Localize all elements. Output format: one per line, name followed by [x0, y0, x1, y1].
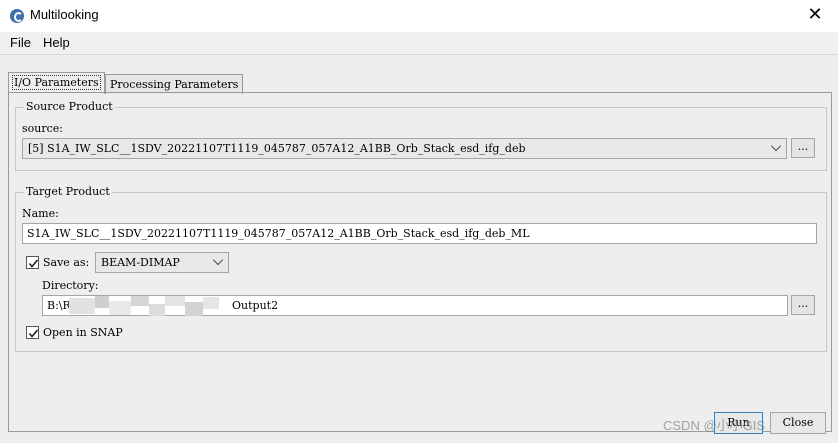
menu-bar: File Help	[0, 32, 838, 54]
open-in-snap-checkbox[interactable]	[26, 326, 39, 339]
open-in-snap-label: Open in SNAP	[43, 326, 123, 339]
io-parameters-panel: Source Product source: [5] S1A_IW_SLC__1…	[8, 92, 832, 432]
chevron-down-icon	[212, 254, 224, 266]
source-product-value: [5] S1A_IW_SLC__1SDV_20221107T1119_04578…	[28, 142, 526, 155]
menu-help[interactable]: Help	[43, 35, 70, 50]
directory-suffix: Output2	[232, 299, 279, 312]
target-product-title: Target Product	[24, 185, 112, 198]
title-bar: Multilooking ✕	[0, 0, 838, 32]
dialog-content: I/O Parameters Processing Parameters Sou…	[0, 54, 838, 443]
checkmark-icon	[28, 329, 39, 338]
tab-io-parameters-label: I/O Parameters	[12, 75, 101, 90]
source-product-title: Source Product	[24, 100, 115, 113]
tab-processing-parameters-label: Processing Parameters	[110, 78, 239, 91]
window-title: Multilooking	[30, 7, 99, 22]
menu-file[interactable]: File	[10, 35, 31, 50]
target-name-input[interactable]: S1A_IW_SLC__1SDV_20221107T1119_045787_05…	[22, 223, 817, 244]
source-browse-button[interactable]: ...	[791, 138, 815, 158]
chevron-down-icon	[770, 140, 782, 152]
directory-prefix: B:\R	[47, 299, 71, 312]
directory-browse-button[interactable]: ...	[791, 295, 815, 315]
save-as-label: Save as:	[43, 256, 90, 269]
window-close-button[interactable]: ✕	[800, 2, 830, 28]
source-label: source:	[22, 122, 63, 135]
csdn-watermark: CSDN @小小GIS	[663, 418, 766, 433]
directory-label: Directory:	[42, 279, 99, 292]
close-button[interactable]: Close	[770, 412, 826, 434]
name-label: Name:	[22, 207, 59, 220]
tab-io-parameters[interactable]: I/O Parameters	[8, 72, 105, 94]
source-product-select[interactable]: [5] S1A_IW_SLC__1SDV_20221107T1119_04578…	[22, 138, 787, 159]
checkmark-icon	[28, 259, 39, 268]
save-format-value: BEAM-DIMAP	[101, 256, 180, 269]
save-as-checkbox[interactable]	[26, 256, 39, 269]
snap-app-icon	[10, 9, 24, 23]
save-format-select[interactable]: BEAM-DIMAP	[95, 252, 229, 273]
tab-processing-parameters[interactable]: Processing Parameters	[105, 74, 244, 94]
redacted-path-blur	[69, 296, 229, 316]
